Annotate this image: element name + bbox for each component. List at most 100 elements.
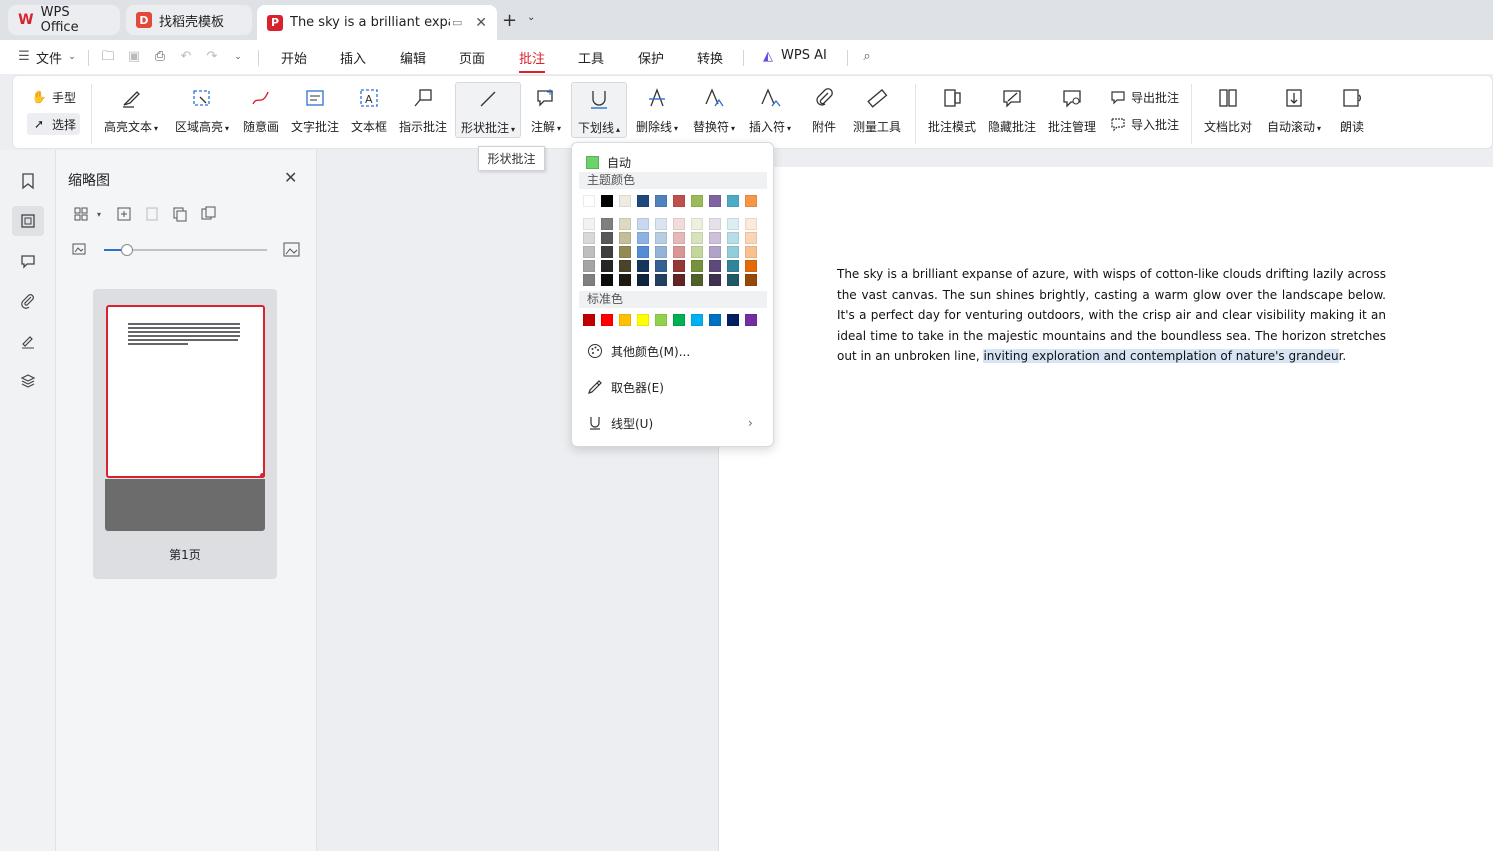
theme-shade-swatch[interactable] — [673, 260, 685, 272]
tab-docer[interactable]: D 找稻壳模板 — [126, 5, 252, 35]
theme-shade-swatch[interactable] — [619, 232, 631, 244]
theme-shade-swatch[interactable] — [691, 218, 703, 230]
delete-page-icon[interactable] — [143, 205, 161, 223]
thumbnail-icon[interactable] — [12, 206, 44, 236]
theme-shade-swatch[interactable] — [745, 246, 757, 258]
chevron-down-icon[interactable]: ⌄ — [230, 49, 246, 65]
theme-shade-swatch[interactable] — [637, 218, 649, 230]
theme-shade-swatch[interactable] — [709, 232, 721, 244]
wps-ai-icon[interactable]: ◭ — [760, 49, 776, 65]
standard-color-swatch[interactable] — [709, 314, 721, 326]
theme-shade-swatch[interactable] — [691, 274, 703, 286]
export-annotations-button[interactable]: 导出批注 — [1106, 86, 1183, 108]
import-annotations-button[interactable]: 导入批注 — [1106, 113, 1183, 135]
select-tool-button[interactable]: ➚ 选择 — [27, 113, 81, 135]
line-type-option[interactable]: 线型(U) — [586, 414, 653, 432]
menu-tools[interactable]: 工具 — [578, 48, 604, 67]
theme-shade-swatch[interactable] — [673, 246, 685, 258]
standard-color-swatch[interactable] — [655, 314, 667, 326]
highlight-text-button[interactable]: 高亮文本 ▾ — [101, 82, 161, 138]
theme-shade-swatch[interactable] — [601, 232, 613, 244]
theme-shade-swatch[interactable] — [619, 260, 631, 272]
theme-shade-swatch[interactable] — [709, 218, 721, 230]
zoom-slider-handle[interactable] — [121, 244, 133, 256]
grid-view-icon[interactable] — [72, 205, 90, 223]
standard-color-swatch[interactable] — [583, 314, 595, 326]
theme-shade-swatch[interactable] — [583, 260, 595, 272]
note-button[interactable]: 注解 ▾ — [525, 82, 567, 138]
theme-shade-swatch[interactable] — [745, 232, 757, 244]
theme-color-swatch[interactable] — [727, 195, 739, 207]
replace-mark-button[interactable]: 替换符 ▾ — [688, 82, 740, 138]
hand-tool-button[interactable]: ✋ 手型 — [27, 86, 80, 108]
theme-color-swatch[interactable] — [601, 195, 613, 207]
theme-shade-swatch[interactable] — [619, 274, 631, 286]
close-icon[interactable]: ✕ — [475, 15, 487, 31]
standard-color-swatch[interactable] — [727, 314, 739, 326]
menu-protect[interactable]: 保护 — [638, 48, 664, 67]
theme-shade-swatch[interactable] — [637, 274, 649, 286]
theme-color-swatch[interactable] — [745, 195, 757, 207]
theme-color-swatch[interactable] — [619, 195, 631, 207]
attachment-button[interactable]: 附件 — [807, 82, 841, 138]
theme-shade-swatch[interactable] — [583, 246, 595, 258]
color-picker-option[interactable]: 取色器(E) — [586, 378, 664, 396]
theme-shade-swatch[interactable] — [655, 274, 667, 286]
page-thumbnail[interactable]: 第1页 — [93, 289, 277, 579]
theme-shade-swatch[interactable] — [655, 260, 667, 272]
document-paragraph[interactable]: The sky is a brilliant expanse of azure,… — [837, 264, 1386, 367]
new-tab-icon[interactable]: + — [502, 10, 517, 31]
menu-annotate[interactable]: 批注 — [519, 48, 545, 67]
theme-shade-swatch[interactable] — [619, 246, 631, 258]
menu-wps-ai[interactable]: WPS AI — [781, 48, 827, 63]
chevron-down-icon[interactable]: ⌄ — [527, 12, 535, 23]
theme-shade-swatch[interactable] — [691, 246, 703, 258]
manage-annotations-button[interactable]: 批注管理 — [1045, 82, 1099, 138]
theme-shade-swatch[interactable] — [745, 274, 757, 286]
theme-shade-swatch[interactable] — [655, 232, 667, 244]
small-image-icon[interactable] — [72, 242, 86, 259]
document-page[interactable]: The sky is a brilliant expanse of azure,… — [718, 167, 1493, 851]
theme-shade-swatch[interactable] — [727, 260, 739, 272]
hide-annotations-button[interactable]: 隐藏批注 — [985, 82, 1039, 138]
theme-shade-swatch[interactable] — [727, 218, 739, 230]
standard-color-swatch[interactable] — [673, 314, 685, 326]
bookmark-icon[interactable] — [12, 166, 44, 196]
standard-color-swatch[interactable] — [601, 314, 613, 326]
theme-shade-swatch[interactable] — [655, 246, 667, 258]
theme-shade-swatch[interactable] — [637, 232, 649, 244]
annotation-mode-button[interactable]: 批注模式 — [925, 82, 979, 138]
theme-color-swatch[interactable] — [583, 195, 595, 207]
chevron-down-icon[interactable]: ⌄ — [64, 49, 80, 65]
standard-color-swatch[interactable] — [619, 314, 631, 326]
print-icon[interactable]: ⎙ — [152, 49, 168, 65]
theme-shade-swatch[interactable] — [601, 274, 613, 286]
redo-icon[interactable]: ↷ — [204, 49, 220, 65]
insert-page-icon[interactable] — [115, 205, 133, 223]
theme-color-swatch[interactable] — [637, 195, 649, 207]
extract-page-icon[interactable] — [171, 205, 189, 223]
auto-scroll-button[interactable]: 自动滚动 ▾ — [1263, 82, 1325, 138]
folder-open-icon[interactable]: 🗀 — [100, 49, 116, 65]
theme-shade-swatch[interactable] — [619, 218, 631, 230]
menu-edit[interactable]: 编辑 — [400, 48, 426, 67]
theme-shade-swatch[interactable] — [637, 260, 649, 272]
menu-convert[interactable]: 转换 — [697, 48, 723, 67]
pointer-comment-button[interactable]: 指示批注 — [397, 82, 449, 138]
underline-button[interactable]: 下划线 ▴ — [571, 82, 627, 138]
theme-color-swatch[interactable] — [709, 195, 721, 207]
comment-icon[interactable] — [12, 246, 44, 276]
theme-shade-swatch[interactable] — [691, 232, 703, 244]
menu-insert[interactable]: 插入 — [340, 48, 366, 67]
measure-tool-button[interactable]: 测量工具 — [850, 82, 904, 138]
theme-shade-swatch[interactable] — [583, 218, 595, 230]
insert-mark-button[interactable]: 插入符 ▾ — [744, 82, 796, 138]
layers-icon[interactable] — [12, 366, 44, 396]
theme-shade-swatch[interactable] — [727, 232, 739, 244]
selected-text[interactable]: inviting exploration and contemplation o… — [983, 349, 1339, 364]
freehand-button[interactable]: 随意画 — [240, 82, 282, 138]
undo-icon[interactable]: ↶ — [178, 49, 194, 65]
close-icon[interactable]: ✕ — [284, 168, 297, 187]
standard-color-swatch[interactable] — [691, 314, 703, 326]
auto-color-option[interactable]: 自动 — [586, 154, 631, 171]
